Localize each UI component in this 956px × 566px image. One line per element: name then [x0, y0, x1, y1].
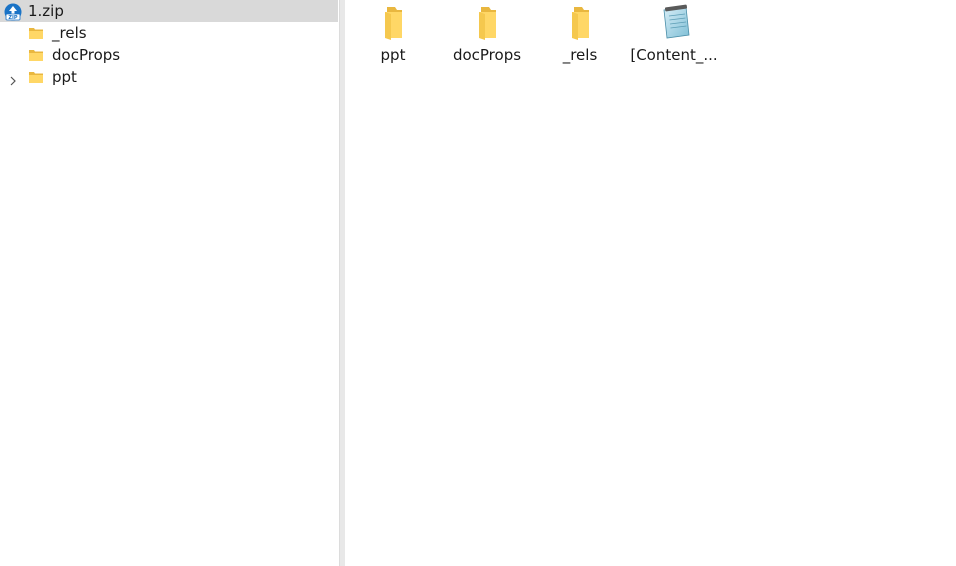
notepad-file-icon [658, 4, 692, 40]
tree-item-label: docProps [52, 46, 121, 64]
tree-item-root-zip[interactable]: ZIP 1.zip [0, 0, 338, 22]
content-item-content-types[interactable]: [Content_... [628, 4, 720, 70]
folder-icon [471, 4, 505, 40]
content-item-label: [Content_... [630, 46, 718, 64]
tree-item-rels[interactable]: _rels [0, 22, 338, 44]
tree-item-ppt[interactable]: ppt [0, 66, 338, 88]
folder-icon [28, 47, 44, 63]
navigation-tree: ZIP 1.zip _rels docProps ppt [0, 0, 338, 566]
content-item-rels[interactable]: _rels [534, 4, 626, 70]
folder-icon [564, 4, 598, 40]
content-item-label: _rels [562, 46, 598, 64]
tree-item-label: 1.zip [28, 2, 64, 20]
zip-archive-icon: ZIP [4, 3, 22, 21]
file-browser-window: ZIP 1.zip _rels docProps ppt ppt docProp… [0, 0, 956, 566]
content-item-label: ppt [380, 46, 406, 64]
folder-icon [28, 25, 44, 41]
content-pane: ppt docProps _rels [Content_... [345, 0, 956, 566]
tree-item-label: _rels [52, 24, 87, 42]
folder-icon [28, 69, 44, 85]
tree-item-label: ppt [52, 68, 77, 86]
folder-icon [377, 4, 411, 40]
tree-item-docprops[interactable]: docProps [0, 44, 338, 66]
content-item-docprops[interactable]: docProps [441, 4, 533, 70]
chevron-right-icon[interactable] [8, 72, 18, 86]
content-item-label: docProps [452, 46, 522, 64]
content-item-ppt[interactable]: ppt [347, 4, 439, 70]
svg-text:ZIP: ZIP [8, 15, 17, 21]
